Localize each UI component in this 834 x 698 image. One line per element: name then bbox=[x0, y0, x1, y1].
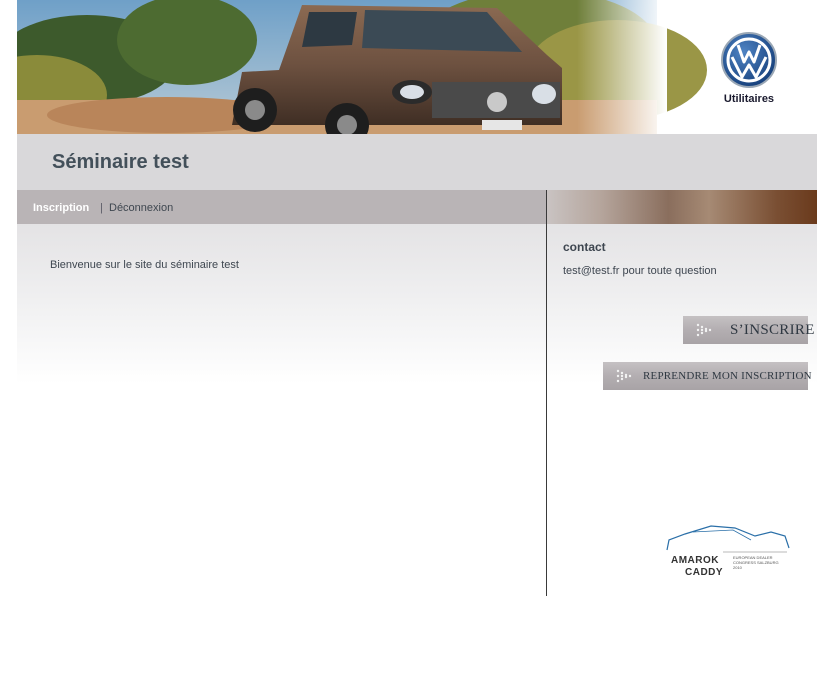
column-divider bbox=[546, 190, 547, 596]
nav-deconnexion-link[interactable]: Déconnexion bbox=[109, 202, 173, 214]
contact-text: test@test.fr pour toute question bbox=[563, 265, 717, 277]
dotted-arrow-icon bbox=[696, 323, 712, 337]
event-logo: AMAROK CADDY EUROPEAN DEALER CONGRESS SA… bbox=[663, 522, 793, 582]
main-content: Bienvenue sur le site du séminaire test bbox=[17, 224, 546, 384]
vw-logo-icon bbox=[721, 32, 777, 88]
sidebar: contact test@test.fr pour toute question bbox=[547, 224, 817, 384]
title-bar: Séminaire test bbox=[17, 134, 817, 190]
dotted-arrow-icon bbox=[616, 369, 632, 383]
car-silhouette-icon bbox=[666, 525, 790, 553]
sinscrire-button[interactable]: S’inscrire bbox=[683, 316, 814, 344]
header-banner: Utilitaires bbox=[17, 0, 817, 134]
reprendre-label: Reprendre mon inscription bbox=[643, 370, 812, 382]
event-logo-line1: AMAROK bbox=[671, 555, 719, 566]
nav-inscription-link[interactable]: Inscription bbox=[33, 202, 89, 214]
decorative-bronze-bar bbox=[547, 190, 817, 224]
reprendre-inscription-button[interactable]: Reprendre mon inscription bbox=[603, 362, 812, 390]
banner-photo bbox=[17, 0, 707, 134]
sinscrire-label: S’inscrire bbox=[730, 322, 815, 338]
event-logo-line2: CADDY bbox=[685, 567, 724, 578]
welcome-text: Bienvenue sur le site du séminaire test bbox=[50, 259, 239, 271]
event-logo-tagline: EUROPEAN DEALER CONGRESS SALZBURG 2010 bbox=[733, 555, 779, 570]
page-title: Séminaire test bbox=[52, 151, 189, 173]
brand-label: Utilitaires bbox=[723, 93, 775, 105]
nav-bar: Inscription | Déconnexion bbox=[17, 190, 546, 224]
contact-title: contact bbox=[563, 240, 606, 254]
nav-separator: | bbox=[100, 202, 103, 214]
